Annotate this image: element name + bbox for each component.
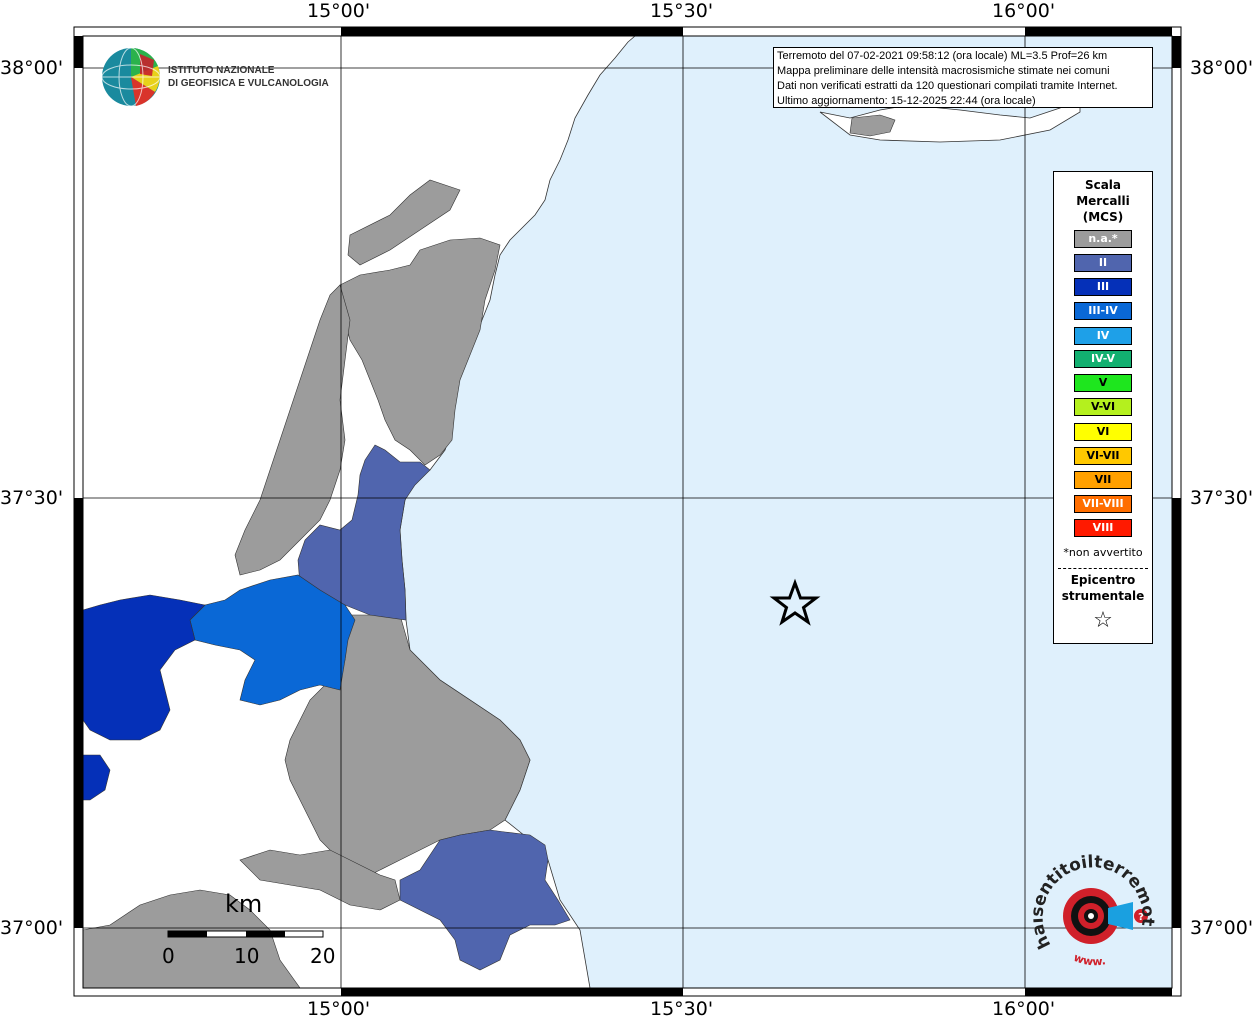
legend-swatch-II: II bbox=[1074, 254, 1132, 272]
event-info-line1: Terremoto del 07-02-2021 09:58:12 (ora l… bbox=[777, 50, 1108, 62]
scale-bar-tick-0: 0 bbox=[162, 944, 175, 968]
legend-separator bbox=[1058, 568, 1148, 569]
svg-text:www.: www. bbox=[1072, 951, 1107, 969]
mcs-legend: Scala Mercalli (MCS) n.a.* II III III-IV… bbox=[1053, 171, 1153, 644]
ingv-name: ISTITUTO NAZIONALE DI GEOFISICA E VULCAN… bbox=[168, 64, 329, 90]
axis-left-label-2: 37°30' bbox=[0, 487, 64, 509]
legend-epicenter-label: Epicentro strumentale bbox=[1054, 572, 1152, 604]
legend-swatch-na: n.a.* bbox=[1074, 230, 1132, 248]
legend-title: Scala Mercalli (MCS) bbox=[1054, 177, 1152, 225]
haisentito-logo: ? haisentitoilterremoto.it www. bbox=[1033, 850, 1158, 969]
axis-right-label-1: 38°00' bbox=[1190, 57, 1254, 79]
legend-swatch-III-IV: III-IV bbox=[1074, 302, 1132, 320]
legend-swatch-VII: VII bbox=[1074, 471, 1132, 489]
scale-bar-unit: km bbox=[225, 890, 263, 918]
legend-swatch-III: III bbox=[1074, 278, 1132, 296]
legend-swatch-V: V bbox=[1074, 374, 1132, 392]
event-info-box: Terremoto del 07-02-2021 09:58:12 (ora l… bbox=[773, 47, 1153, 108]
axis-right-label-3: 37°00' bbox=[1190, 917, 1254, 939]
legend-epicenter-line1: Epicentro bbox=[1070, 573, 1136, 587]
legend-epicenter-line2: strumentale bbox=[1061, 589, 1145, 603]
legend-star-icon: ☆ bbox=[1093, 608, 1113, 633]
legend-na-note: *non avvertito bbox=[1063, 546, 1143, 559]
ingv-name-line1: ISTITUTO NAZIONALE bbox=[168, 65, 275, 76]
legend-title-3: (MCS) bbox=[1082, 210, 1124, 224]
legend-swatch-VI: VI bbox=[1074, 423, 1132, 441]
scale-bar bbox=[167, 930, 324, 938]
axis-top-label-1: 15°00' bbox=[307, 0, 371, 22]
legend-swatch-IV: IV bbox=[1074, 327, 1132, 345]
legend-swatch-IV-V: IV-V bbox=[1074, 350, 1132, 368]
hai-www-text: www. bbox=[1072, 951, 1107, 969]
axis-bottom-label-3: 16°00' bbox=[992, 998, 1056, 1020]
legend-title-1: Scala bbox=[1084, 178, 1122, 192]
scale-bar-tick-10: 10 bbox=[234, 944, 260, 968]
axis-left-label-3: 37°00' bbox=[0, 917, 64, 939]
axis-left-label-1: 38°00' bbox=[0, 57, 64, 79]
legend-swatch-VI-VII: VI-VII bbox=[1074, 447, 1132, 465]
event-info-line3: Dati non verificati estratti da 120 ques… bbox=[777, 80, 1118, 92]
legend-swatch-VII-VIII: VII-VIII bbox=[1074, 495, 1132, 513]
event-info-line4: Ultimo aggiornamento: 15-12-2025 22:44 (… bbox=[777, 95, 1036, 107]
legend-title-2: Mercalli bbox=[1076, 194, 1130, 208]
axis-top-label-2: 15°30' bbox=[650, 0, 714, 22]
ingv-globe-logo bbox=[101, 47, 161, 107]
axis-right-label-2: 37°30' bbox=[1190, 487, 1254, 509]
legend-swatch-VIII: VIII bbox=[1074, 519, 1132, 537]
legend-swatch-V-VI: V-VI bbox=[1074, 398, 1132, 416]
axis-top-label-3: 16°00' bbox=[992, 0, 1056, 22]
axis-bottom-label-2: 15°30' bbox=[650, 998, 714, 1020]
scale-bar-tick-20: 20 bbox=[310, 944, 336, 968]
ingv-name-line2: DI GEOFISICA E VULCANOLOGIA bbox=[168, 78, 329, 89]
event-info-line2: Mappa preliminare delle intensità macros… bbox=[777, 65, 1110, 77]
axis-bottom-label-1: 15°00' bbox=[307, 998, 371, 1020]
